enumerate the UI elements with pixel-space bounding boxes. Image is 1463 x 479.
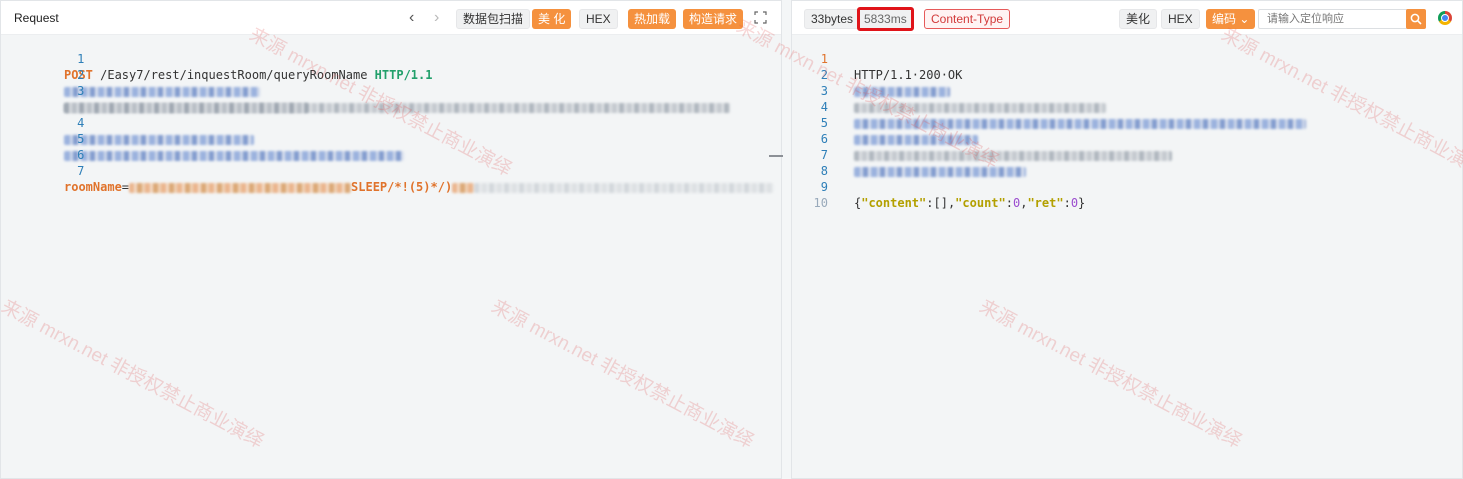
response-header-line: 2 <box>792 51 1462 97</box>
hex-button[interactable]: HEX <box>579 9 618 29</box>
request-header-line: 5 <box>1 115 781 161</box>
horizontal-scroll-indicator[interactable] <box>769 155 783 157</box>
search-button[interactable] <box>1406 9 1426 29</box>
request-toolbar: Request ‹ › 数据包扫描 美 化 HEX 热加载 构造请求 <box>1 1 781 35</box>
response-header-line: 4 <box>792 83 1462 129</box>
response-header-line: 7 <box>792 131 1462 177</box>
request-body-code: roomName= SLEEP/*!(5)*/) <box>64 179 775 195</box>
response-size-badge: 33bytes <box>804 9 861 29</box>
request-pane: Request ‹ › 数据包扫描 美 化 HEX 热加载 构造请求 1 POS… <box>0 0 783 479</box>
search-icon <box>1410 13 1422 25</box>
hotload-button[interactable]: 热加载 <box>628 9 677 29</box>
response-time-badge: 5833ms <box>857 7 914 31</box>
response-blank-line: 8 <box>820 164 828 178</box>
construct-request-button[interactable]: 构造请求 <box>683 9 744 29</box>
request-header-line: 2 <box>1 51 781 97</box>
locate-response-input[interactable] <box>1258 9 1418 29</box>
encoding-dropdown[interactable]: 编码 ⌄ <box>1206 9 1256 29</box>
response-pane: 33bytes 5833ms Content-Type 美化 HEX 编码 ⌄ … <box>791 0 1463 479</box>
beautify-button[interactable]: 美 化 <box>532 9 572 29</box>
packet-scan-button[interactable]: 数据包扫描 <box>456 9 531 29</box>
back-arrow-icon[interactable]: ‹ <box>409 10 414 26</box>
request-editor[interactable]: 1 POST /Easy7/rest/inquestRoom/queryRoom… <box>1 35 783 478</box>
content-type-button[interactable]: Content-Type <box>924 9 1011 29</box>
response-toolbar: 33bytes 5833ms Content-Type 美化 HEX 编码 ⌄ <box>792 1 1462 35</box>
response-json: {"content":[],"count":0,"ret":0} <box>854 196 1086 210</box>
forward-arrow-icon[interactable]: › <box>434 10 439 26</box>
encoding-label: 编码 <box>1212 12 1237 26</box>
request-title: Request <box>14 11 59 25</box>
request-header-wrap <box>1 83 781 113</box>
request-header-line: 4 <box>1 99 781 145</box>
request-header-line: 3 <box>1 67 781 113</box>
response-header-line: 6 <box>792 115 1462 161</box>
fullscreen-icon[interactable] <box>754 11 767 28</box>
chrome-browser-icon[interactable] <box>1438 11 1452 25</box>
response-blank-line: 10 <box>813 196 828 210</box>
request-line: 1 POST /Easy7/rest/inquestRoom/queryRoom… <box>1 35 781 82</box>
response-editor[interactable]: 1 HTTP/1.1·200·OK 2 3 4 5 6 7 8 9 {"cont… <box>792 35 1462 478</box>
response-body-line: 9 {"content":[],"count":0,"ret":0} <box>820 180 1086 210</box>
response-beautify-button[interactable]: 美化 <box>1119 9 1158 29</box>
request-blank-line: 6 <box>77 148 85 162</box>
request-body-line: 7 roomName= SLEEP/*!(5)*/) <box>1 147 781 194</box>
chevron-down-icon: ⌄ <box>1239 12 1250 26</box>
response-header-line: 3 <box>792 67 1462 113</box>
response-header-line: 5 <box>792 99 1462 145</box>
response-hex-button[interactable]: HEX <box>1161 9 1200 29</box>
response-status-line: 1 HTTP/1.1·200·OK <box>820 52 963 82</box>
